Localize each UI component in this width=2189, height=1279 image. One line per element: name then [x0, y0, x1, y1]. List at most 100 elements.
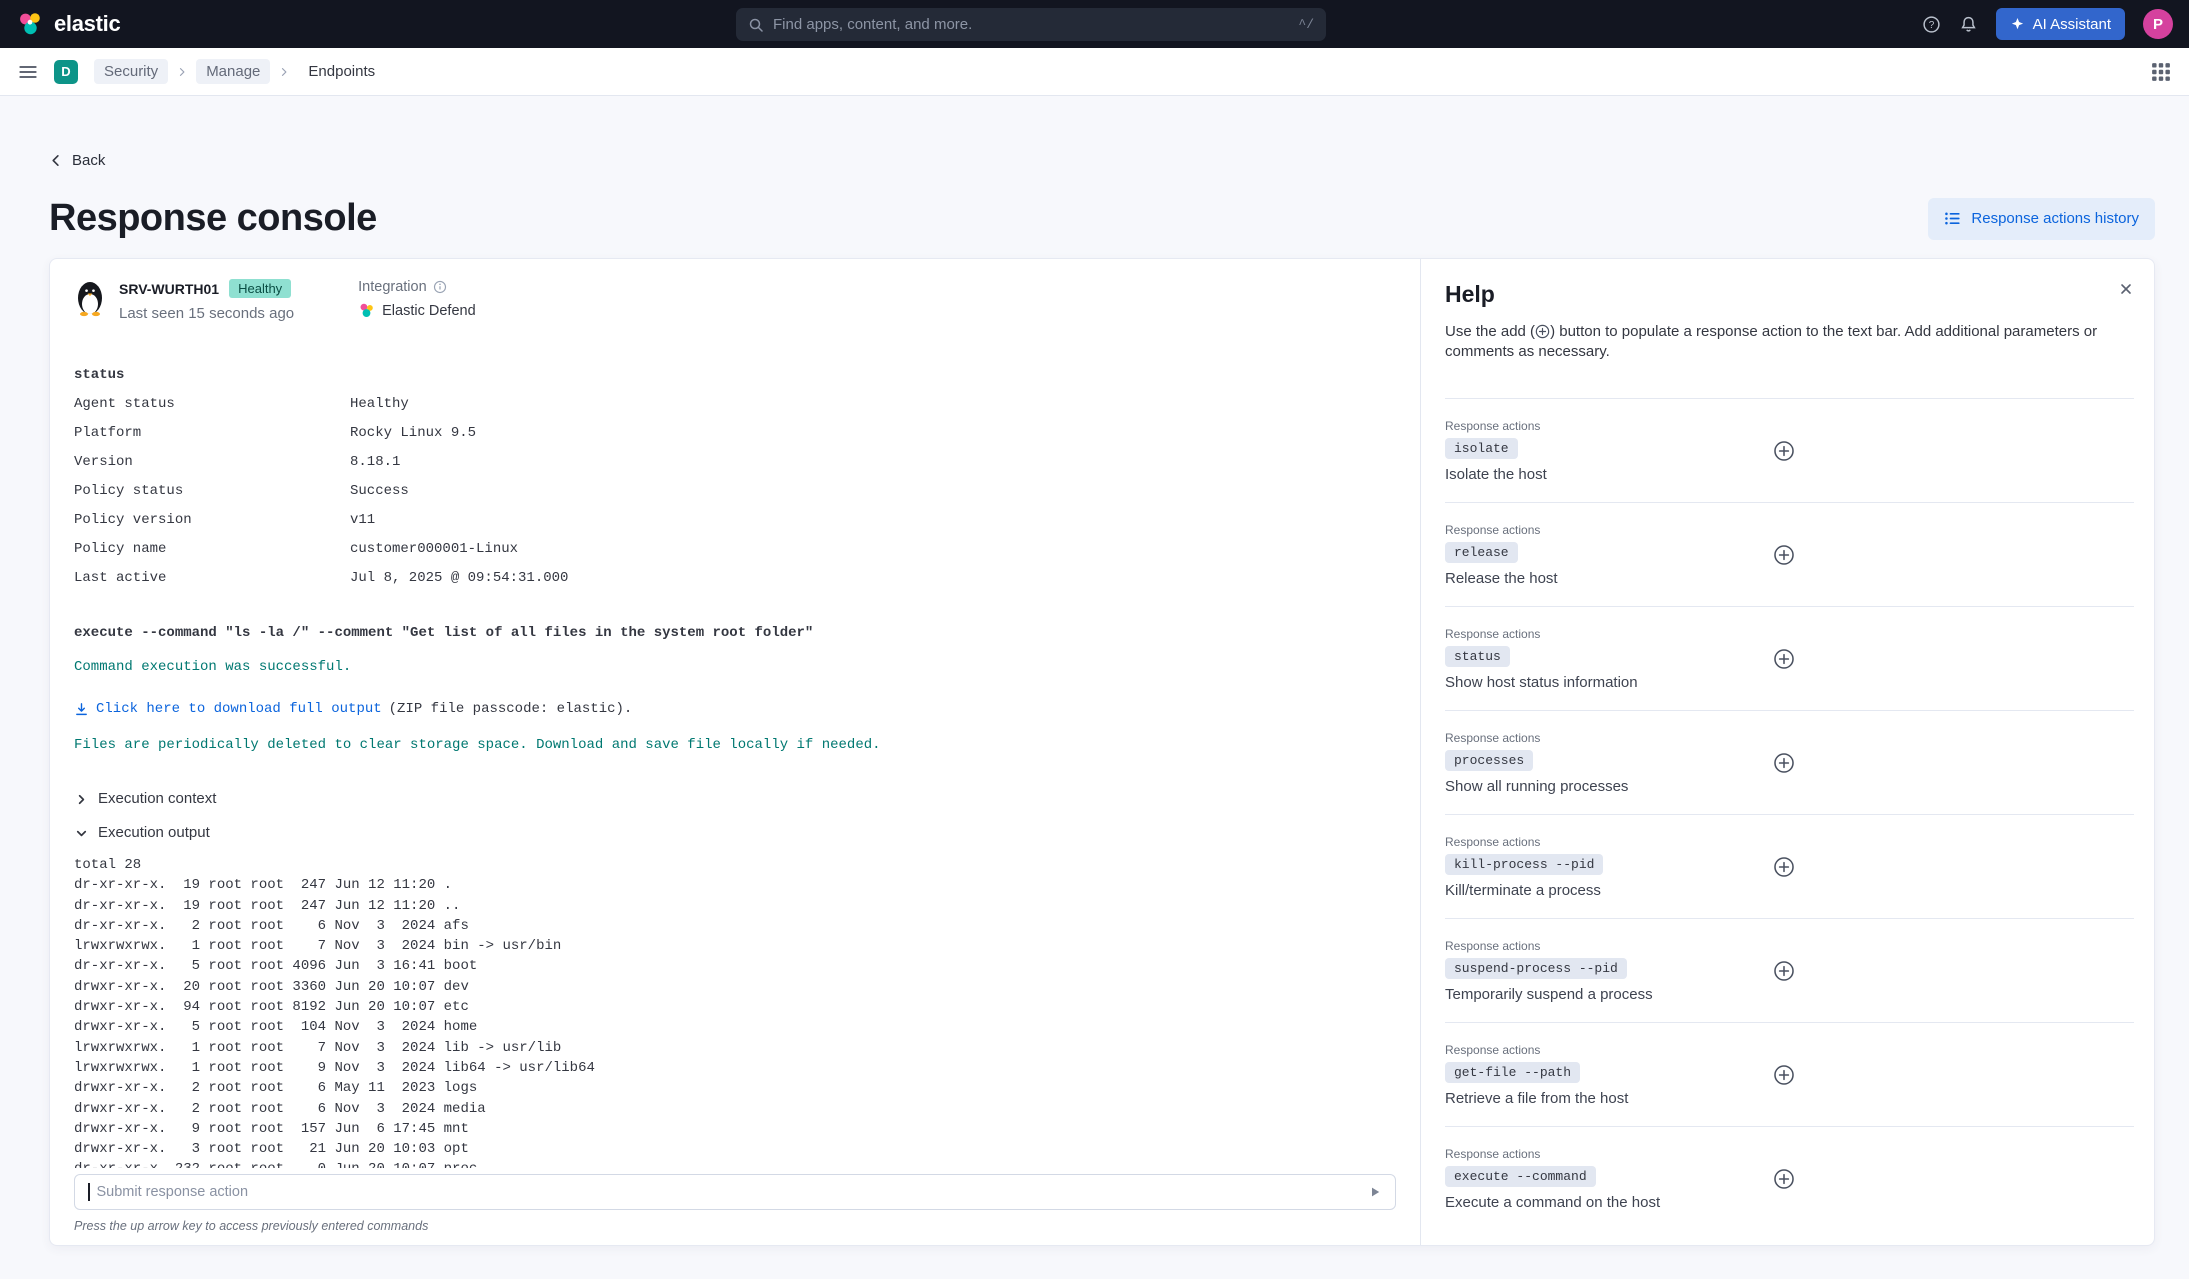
brand-wordmark: elastic [54, 11, 120, 37]
execution-context-label: Execution context [98, 787, 216, 811]
output-line: drwxr-xr-x. 3 root root 21 Jun 20 10:03 … [74, 1139, 1396, 1159]
search-shortcut-hint: ^/ [1298, 17, 1314, 32]
chevron-right-icon [176, 66, 188, 78]
output-line: drwxr-xr-x. 20 root root 3360 Jun 20 10:… [74, 977, 1396, 997]
help-item-execute: Response actions execute --command Execu… [1445, 1126, 2134, 1230]
command-badge: kill-process --pid [1445, 854, 1603, 875]
status-row: PlatformRocky Linux 9.5 [74, 419, 1396, 448]
add-command-icon[interactable] [1769, 852, 1799, 882]
output-line: drwxr-xr-x. 2 root root 6 Nov 3 2024 med… [74, 1099, 1396, 1119]
sparkle-icon [2010, 17, 2025, 32]
back-link[interactable]: Back [49, 152, 105, 169]
command-description: Retrieve a file from the host [1445, 1090, 1769, 1107]
add-command-icon[interactable] [1769, 436, 1799, 466]
status-row: Last activeJul 8, 2025 @ 09:54:31.000 [74, 564, 1396, 593]
output-line: drwxr-xr-x. 5 root root 104 Nov 3 2024 h… [74, 1017, 1396, 1037]
info-icon[interactable] [433, 280, 447, 294]
download-note: (ZIP file passcode: elastic). [389, 695, 633, 723]
search-icon [748, 17, 764, 33]
command-badge: status [1445, 646, 1510, 667]
submit-command-icon[interactable] [1368, 1185, 1382, 1199]
notifications-bell-icon[interactable] [1959, 15, 1978, 34]
command-badge: execute --command [1445, 1166, 1596, 1187]
global-header: elastic Find apps, content, and more. ^/… [0, 0, 2189, 48]
close-icon[interactable] [2118, 281, 2134, 297]
health-status-badge: Healthy [229, 279, 291, 298]
help-item-release: Response actions release Release the hos… [1445, 502, 2134, 606]
command-description: Kill/terminate a process [1445, 882, 1769, 899]
section-label: Response actions [1445, 523, 1769, 537]
breadcrumb-security[interactable]: Security [94, 59, 168, 84]
ai-assistant-button[interactable]: AI Assistant [1996, 8, 2125, 40]
output-line: dr-xr-xr-x. 19 root root 247 Jun 12 11:2… [74, 896, 1396, 916]
download-output-link[interactable]: Click here to download full output [96, 695, 382, 723]
plus-in-circle-icon [1535, 324, 1550, 339]
section-label: Response actions [1445, 939, 1769, 953]
directory-listing: total 28 dr-xr-xr-x. 19 root root 247 Ju… [74, 855, 1396, 1168]
command-badge: isolate [1445, 438, 1518, 459]
status-row: Agent statusHealthy [74, 390, 1396, 419]
echoed-command-status: status [74, 361, 1396, 390]
add-command-icon[interactable] [1769, 540, 1799, 570]
add-command-icon[interactable] [1769, 644, 1799, 674]
status-row: Policy statusSuccess [74, 477, 1396, 506]
global-search-input[interactable]: Find apps, content, and more. ^/ [736, 8, 1326, 41]
response-action-input[interactable]: Submit response action [74, 1174, 1396, 1210]
space-badge[interactable]: D [54, 60, 78, 84]
output-line: dr-xr-xr-x. 232 root root 0 Jun 20 10:07… [74, 1159, 1396, 1168]
back-label: Back [72, 152, 105, 169]
chevron-left-icon [49, 153, 64, 168]
command-description: Temporarily suspend a process [1445, 986, 1769, 1003]
output-line: drwxr-xr-x. 9 root root 157 Jun 6 17:45 … [74, 1119, 1396, 1139]
section-label: Response actions [1445, 1147, 1769, 1161]
help-item-suspend-process: Response actions suspend-process --pid T… [1445, 918, 2134, 1022]
execution-output-accordion[interactable]: Execution output [74, 821, 1396, 845]
success-message: Command execution was successful. [74, 653, 1396, 681]
help-title: Help [1445, 281, 1495, 308]
help-item-status: Response actions status Show host status… [1445, 606, 2134, 710]
status-row: Policy namecustomer000001-Linux [74, 535, 1396, 564]
add-command-icon[interactable] [1769, 1164, 1799, 1194]
header-actions: ? AI Assistant P [1922, 8, 2173, 40]
linux-penguin-icon [74, 279, 106, 355]
command-badge: get-file --path [1445, 1062, 1580, 1083]
add-command-icon[interactable] [1769, 956, 1799, 986]
apps-grid-icon[interactable] [2151, 62, 2171, 82]
breadcrumb-manage[interactable]: Manage [196, 59, 270, 84]
svg-text:?: ? [1928, 20, 1934, 31]
add-command-icon[interactable] [1769, 1060, 1799, 1090]
help-icon[interactable]: ? [1922, 15, 1941, 34]
elastic-brand[interactable]: elastic [16, 10, 120, 38]
page-content: Back Response console Response actions h… [0, 96, 2189, 1246]
help-item-kill-process: Response actions kill-process --pid Kill… [1445, 814, 2134, 918]
help-item-isolate: Response actions isolate Isolate the hos… [1445, 398, 2134, 502]
text-caret [88, 1183, 90, 1201]
ai-assistant-label: AI Assistant [2033, 16, 2111, 33]
page-title: Response console [49, 197, 377, 240]
command-description: Show host status information [1445, 674, 1769, 691]
input-placeholder: Submit response action [97, 1184, 1369, 1200]
execution-context-accordion[interactable]: Execution context [74, 787, 1396, 811]
console-pane: SRV-WURTH01 Healthy Last seen 15 seconds… [50, 259, 1420, 1245]
menu-hamburger-icon[interactable] [18, 62, 38, 82]
console-footer: Submit response action Press the up arro… [50, 1168, 1420, 1245]
console-header: SRV-WURTH01 Healthy Last seen 15 seconds… [50, 259, 1420, 355]
section-label: Response actions [1445, 1043, 1769, 1057]
help-item-processes: Response actions processes Show all runn… [1445, 710, 2134, 814]
user-avatar[interactable]: P [2143, 9, 2173, 39]
chevron-right-icon [278, 66, 290, 78]
response-actions-history-button[interactable]: Response actions history [1928, 198, 2155, 240]
output-line: dr-xr-xr-x. 2 root root 6 Nov 3 2024 afs [74, 916, 1396, 936]
add-command-icon[interactable] [1769, 748, 1799, 778]
command-badge: release [1445, 542, 1518, 563]
section-label: Response actions [1445, 835, 1769, 849]
elastic-defend-icon [358, 302, 375, 319]
response-console-card: SRV-WURTH01 Healthy Last seen 15 seconds… [49, 258, 2155, 1246]
output-line: lrwxrwxrwx. 1 root root 7 Nov 3 2024 lib… [74, 1038, 1396, 1058]
section-label: Response actions [1445, 419, 1769, 433]
command-description: Execute a command on the host [1445, 1194, 1769, 1211]
host-block: SRV-WURTH01 Healthy Last seen 15 seconds… [119, 279, 294, 355]
input-hint: Press the up arrow key to access previou… [74, 1219, 1396, 1233]
chevron-right-icon [74, 792, 89, 807]
integration-block: Integration [358, 279, 476, 355]
